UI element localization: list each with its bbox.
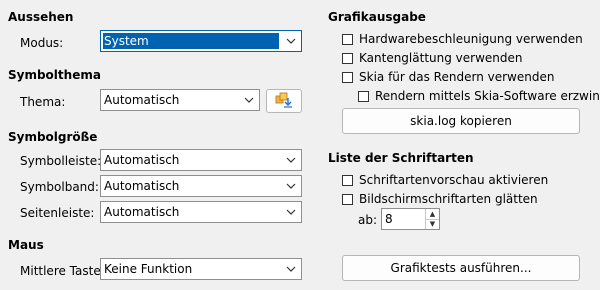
hw-accel-checkbox[interactable]: Hardwarebeschleunigung verwenden [342,32,583,46]
hw-accel-label: Hardwarebeschleunigung verwenden [359,32,583,46]
chevron-down-icon [281,176,301,196]
checkbox-box[interactable] [342,33,353,45]
font-preview-label: Schriftartenvorschau aktivieren [359,173,549,187]
theme-label: Thema: [20,95,66,109]
mode-label: Modus: [20,36,64,50]
skia-label: Skia für das Rendern verwenden [359,70,555,84]
antialias-label: Kantenglättung verwenden [359,51,523,65]
notebookbar-size-dropdown[interactable]: Automatisch [100,175,302,197]
middle-button-dropdown[interactable]: Keine Funktion [100,258,302,280]
add-extension-icon [275,92,293,111]
chevron-down-icon [239,90,259,110]
spinner-arrows[interactable]: ▲ ▼ [425,209,439,229]
spin-down-icon[interactable]: ▼ [426,220,439,230]
skia-software-label: Rendern mittels Skia-Software erzwingen [375,89,600,103]
graphics-output-heading: Grafikausgabe [328,10,426,24]
mode-dropdown-value: System [103,33,279,49]
skia-checkbox[interactable]: Skia für das Rendern verwenden [342,70,554,84]
toolbar-size-label: Symbolleiste: [20,154,102,168]
theme-dropdown-value: Automatisch [104,93,180,107]
chevron-down-icon [281,202,301,222]
smooth-from-value: 8 [385,212,393,226]
smooth-fonts-label: Bildschirmschriftarten glätten [359,192,538,206]
toolbar-size-dropdown[interactable]: Automatisch [100,149,302,171]
notebookbar-size-value: Automatisch [104,179,180,193]
icon-theme-heading: Symbolthema [8,68,101,82]
sidebar-size-label: Seitenleiste: [20,206,95,220]
sidebar-size-dropdown[interactable]: Automatisch [100,201,302,223]
icon-size-heading: Symbolgröße [8,130,98,144]
sidebar-size-value: Automatisch [104,205,180,219]
toolbar-size-value: Automatisch [104,153,180,167]
run-graphics-tests-button[interactable]: Grafiktests ausführen... [342,255,580,281]
smooth-from-spinner[interactable]: 8 ▲ ▼ [381,208,440,230]
notebookbar-size-label: Symbolband: [20,180,99,194]
copy-skia-log-button[interactable]: skia.log kopieren [342,108,580,134]
checkbox-box[interactable] [342,52,353,64]
theme-dropdown[interactable]: Automatisch [100,89,260,111]
smooth-from-label: ab: [358,213,378,227]
chevron-down-icon [281,150,301,170]
checkbox-box[interactable] [342,71,353,83]
chevron-down-icon [281,259,301,279]
checkbox-box[interactable] [358,90,369,102]
font-list-heading: Liste der Schriftarten [328,151,474,165]
skia-software-checkbox[interactable]: Rendern mittels Skia-Software erzwingen [358,89,600,103]
middle-button-label: Mittlere Taste: [20,264,105,278]
middle-button-value: Keine Funktion [104,262,193,276]
appearance-heading: Aussehen [8,10,74,24]
add-theme-button[interactable] [266,89,302,113]
antialias-checkbox[interactable]: Kantenglättung verwenden [342,51,523,65]
spin-up-icon[interactable]: ▲ [426,209,439,220]
checkbox-box[interactable] [342,174,353,186]
smooth-fonts-checkbox[interactable]: Bildschirmschriftarten glätten [342,192,538,206]
font-preview-checkbox[interactable]: Schriftartenvorschau aktivieren [342,173,548,187]
checkbox-box[interactable] [342,193,353,205]
mouse-heading: Maus [8,238,44,252]
chevron-down-icon [281,31,301,51]
mode-dropdown[interactable]: System [100,30,302,52]
